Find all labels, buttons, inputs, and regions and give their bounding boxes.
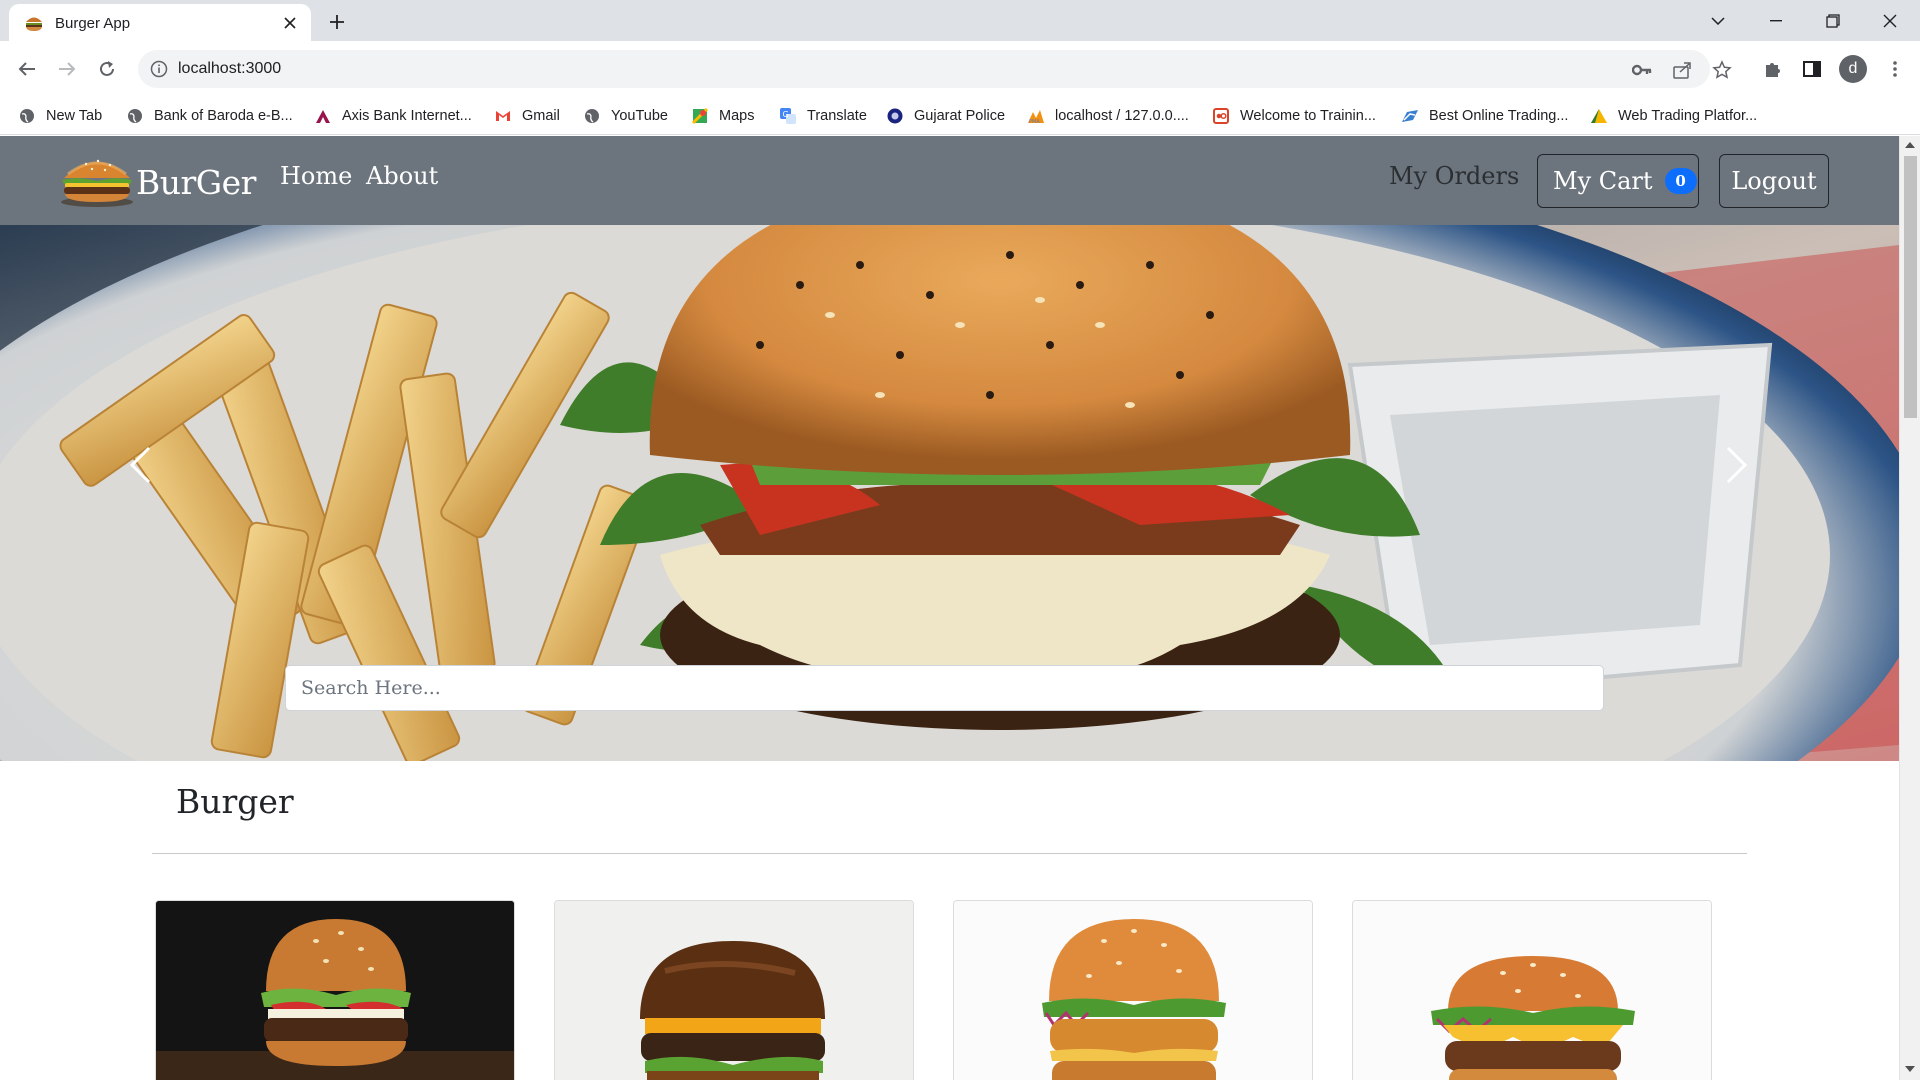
product-card[interactable] <box>1352 900 1712 1080</box>
product-image <box>156 901 514 1080</box>
brand[interactable]: BurGer <box>58 152 256 212</box>
bookmarks-bar: New Tab Bank of Baroda e-B... Axis Bank … <box>0 98 1920 135</box>
police-badge-icon <box>886 107 904 125</box>
logout-button[interactable]: Logout <box>1719 154 1829 208</box>
bookmark-label: Maps <box>719 108 755 124</box>
section-title: Burger <box>176 782 294 821</box>
page-viewport: BurGer Home About My Orders My Cart 0 Lo… <box>0 136 1899 1080</box>
carousel-prev-icon[interactable] <box>110 425 170 505</box>
close-window-icon[interactable] <box>1862 0 1918 41</box>
globe-icon <box>583 107 601 125</box>
product-card[interactable] <box>554 900 914 1080</box>
translate-icon: G <box>779 107 797 125</box>
bookmark-label: Gujarat Police <box>914 108 1006 124</box>
bookmark-item[interactable]: Bank of Baroda e-B... <box>126 106 293 126</box>
reload-icon[interactable] <box>92 54 122 84</box>
section-divider <box>152 853 1747 854</box>
close-tab-icon[interactable] <box>279 12 301 34</box>
scroll-up-arrow-icon[interactable] <box>1905 142 1915 148</box>
maps-icon <box>691 107 709 125</box>
site-info-icon[interactable] <box>150 60 168 83</box>
bookmark-item[interactable]: Web Trading Platfor... <box>1590 106 1757 126</box>
scroll-down-arrow-icon[interactable] <box>1905 1066 1915 1072</box>
product-card[interactable] <box>155 900 515 1080</box>
page-scrollbar[interactable] <box>1899 136 1920 1080</box>
nav-link-home[interactable]: Home <box>280 162 352 190</box>
back-icon[interactable] <box>12 54 42 84</box>
bookmark-label: localhost / 127.0.0.... <box>1055 108 1189 124</box>
phpmyadmin-icon: PMA <box>1027 107 1045 125</box>
product-image <box>1353 901 1711 1080</box>
svg-text:PMA: PMA <box>1029 119 1040 124</box>
globe-icon <box>18 107 36 125</box>
browser-tab[interactable]: Burger App <box>9 4 311 41</box>
bookmark-label: Bank of Baroda e-B... <box>154 108 293 124</box>
brand-name: BurGer <box>136 162 256 202</box>
bookmark-label: Welcome to Trainin... <box>1240 108 1376 124</box>
restore-icon[interactable] <box>1805 0 1861 41</box>
bookmark-item[interactable]: YouTube <box>583 106 668 126</box>
tab-search-chevron-icon[interactable] <box>1690 0 1746 41</box>
hero-carousel <box>0 225 1899 761</box>
bookmark-item[interactable]: New Tab <box>18 106 102 126</box>
carousel-next-icon[interactable] <box>1707 425 1767 505</box>
bookmark-label: Best Online Trading... <box>1429 108 1569 124</box>
bookmark-item[interactable]: Best Online Trading... <box>1401 106 1568 126</box>
cart-count-badge: 0 <box>1664 168 1697 194</box>
bookmark-label: Translate <box>807 108 867 124</box>
burger-logo-icon <box>58 152 136 212</box>
bookmark-item[interactable]: Maps <box>691 106 754 126</box>
my-cart-button[interactable]: My Cart 0 <box>1537 154 1699 208</box>
address-bar[interactable]: localhost:3000 <box>138 50 1732 88</box>
bookmark-item[interactable]: Gujarat Police <box>886 106 1005 126</box>
chrome-menu-icon[interactable] <box>1880 54 1910 84</box>
bookmark-item[interactable]: PMA localhost / 127.0.0.... <box>1027 106 1189 126</box>
search-input[interactable] <box>285 665 1604 711</box>
training-icon <box>1212 107 1230 125</box>
new-tab-icon[interactable] <box>324 9 350 35</box>
web-trading-icon <box>1590 107 1608 125</box>
burger-favicon-icon <box>25 15 43 31</box>
bookmark-label: New Tab <box>46 108 103 124</box>
bookmark-item[interactable]: G Translate <box>779 106 867 126</box>
tab-title: Burger App <box>55 15 131 32</box>
product-image <box>954 901 1312 1080</box>
browser-tab-strip: Burger App <box>0 0 1920 41</box>
bookmark-label: YouTube <box>611 108 668 124</box>
url-text: localhost:3000 <box>178 60 282 77</box>
svg-text:G: G <box>783 110 789 119</box>
product-image <box>555 901 913 1080</box>
minimize-icon[interactable] <box>1748 0 1804 41</box>
product-card[interactable] <box>953 900 1313 1080</box>
site-navbar: BurGer Home About My Orders My Cart 0 Lo… <box>0 136 1899 225</box>
forward-icon[interactable] <box>52 54 82 84</box>
nav-link-about[interactable]: About <box>366 162 438 190</box>
share-icon[interactable] <box>1672 60 1692 80</box>
bookmark-star-icon[interactable] <box>1712 60 1732 80</box>
browser-toolbar: localhost:3000 d <box>0 41 1920 98</box>
my-orders-link[interactable]: My Orders <box>1389 162 1519 190</box>
globe-icon <box>126 107 144 125</box>
profile-avatar[interactable]: d <box>1839 55 1867 83</box>
cart-label: My Cart <box>1553 167 1653 195</box>
bookmark-label: Gmail <box>522 108 560 124</box>
bookmark-item[interactable]: Axis Bank Internet... <box>314 106 472 126</box>
bookmark-label: Axis Bank Internet... <box>342 108 472 124</box>
trading-icon <box>1401 107 1419 125</box>
bookmark-item[interactable]: Welcome to Trainin... <box>1212 106 1376 126</box>
password-key-icon[interactable] <box>1632 60 1652 80</box>
bookmark-item[interactable]: Gmail <box>494 106 560 126</box>
side-panel-icon[interactable] <box>1797 54 1827 84</box>
gmail-icon <box>494 107 512 125</box>
scrollbar-thumb[interactable] <box>1904 156 1917 418</box>
bookmark-label: Web Trading Platfor... <box>1618 108 1758 124</box>
axis-bank-icon <box>314 107 332 125</box>
extensions-puzzle-icon[interactable] <box>1758 54 1788 84</box>
